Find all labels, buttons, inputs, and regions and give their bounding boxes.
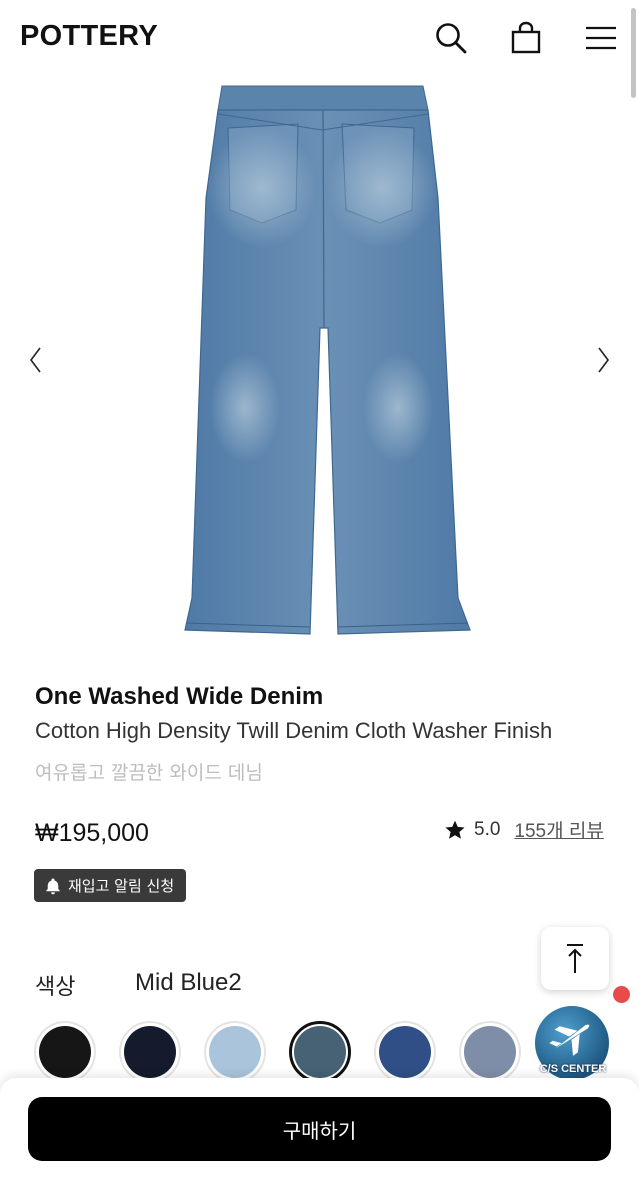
color-swatch[interactable] [374,1021,436,1083]
arrow-up-icon [567,943,583,973]
cart-button[interactable] [506,18,546,58]
product-description: 여유롭고 깔끔한 와이드 데님 [35,762,263,784]
product-image [184,85,471,635]
product-price: ₩195,000 [35,819,149,847]
product-image-gallery[interactable] [0,78,639,653]
swatch-color [294,1026,346,1078]
color-swatch[interactable] [459,1021,521,1083]
color-swatch[interactable] [119,1021,181,1083]
search-icon [436,23,467,54]
gallery-prev-button[interactable] [20,340,50,380]
purchase-bar: 구매하기 [0,1078,639,1200]
product-name: One Washed Wide Denim [35,683,324,710]
swatch-color [379,1026,431,1078]
swatch-color [464,1026,516,1078]
gallery-next-button[interactable] [589,340,619,380]
color-option-label: 색상 [35,975,76,1000]
color-swatch[interactable] [34,1021,96,1083]
menu-icon [586,26,616,50]
menu-button[interactable] [581,18,621,58]
chevron-left-icon [30,347,41,373]
color-swatch[interactable] [289,1021,351,1083]
product-subtitle: Cotton High Density Twill Denim Cloth Wa… [35,718,553,743]
cs-center-label: C/S CENTER [539,1063,607,1075]
selected-color-name: Mid Blue2 [135,969,242,996]
chevron-right-icon [598,347,609,373]
buy-button[interactable]: 구매하기 [28,1097,611,1161]
rating-value: 5.0 [474,818,501,840]
shopping-bag-icon [511,21,541,54]
logo[interactable]: POTTERY [20,20,158,53]
swatch-color [39,1026,91,1078]
reviews-link[interactable]: 155개 리뷰 [514,816,603,843]
header: POTTERY [0,0,639,78]
swatch-color [124,1026,176,1078]
bell-icon [46,878,60,894]
restock-alert-label: 재입고 알림 신청 [68,877,175,895]
restock-alert-button[interactable]: 재입고 알림 신청 [34,869,187,902]
scroll-to-top-button[interactable] [541,927,609,990]
color-swatch[interactable] [204,1021,266,1083]
search-button[interactable] [431,18,471,58]
swatch-color [209,1026,261,1078]
star-icon [445,820,465,839]
notification-dot [613,986,630,1003]
rating-summary: 5.0 155개 리뷰 [444,816,604,843]
